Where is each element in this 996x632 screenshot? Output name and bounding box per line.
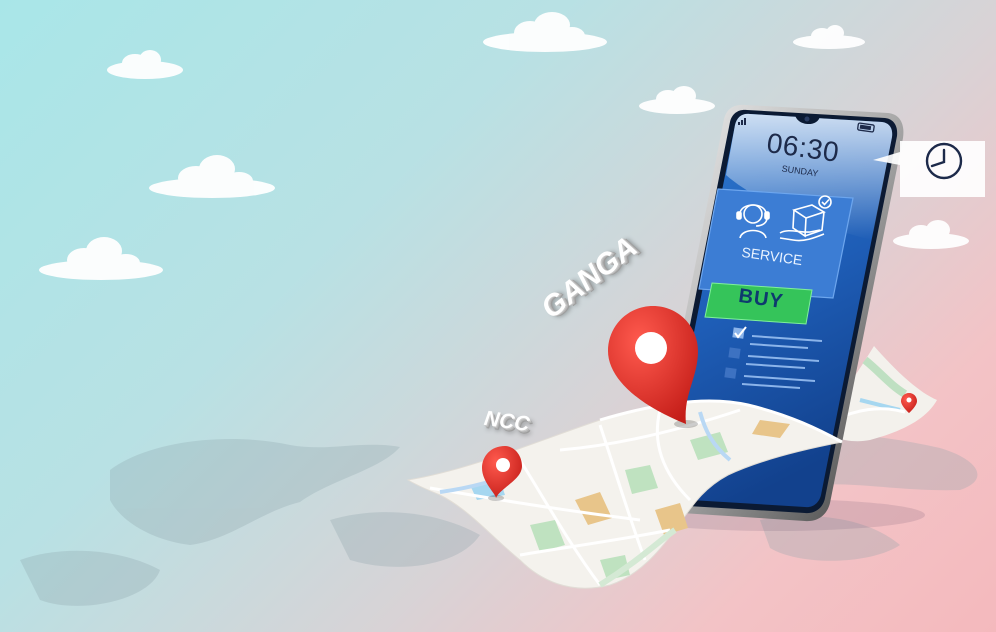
illustration-scene: 06:30 SUNDAY SERVICE BUY GANGA NCC — [0, 0, 996, 632]
artwork-layer — [406, 104, 985, 589]
buy-button-bg — [704, 282, 813, 325]
service-card — [698, 188, 854, 299]
